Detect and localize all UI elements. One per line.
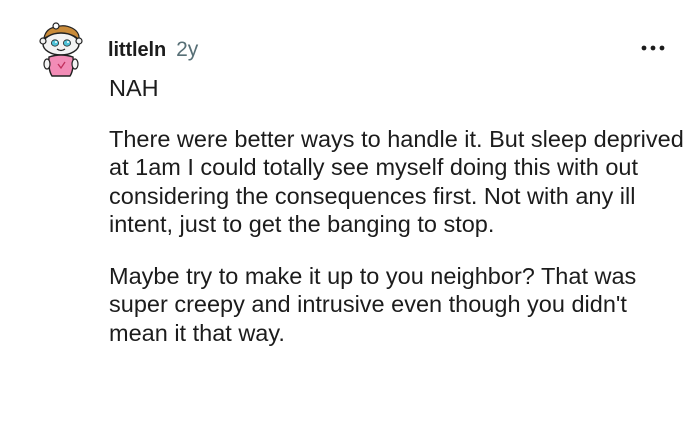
comment-age: 2y xyxy=(176,38,199,61)
comment: littleln 2y NAH There were better ways t… xyxy=(0,0,700,428)
more-options-button[interactable] xyxy=(636,38,670,58)
snoo-avatar-icon xyxy=(39,22,83,77)
user-avatar[interactable] xyxy=(34,22,88,80)
comment-paragraph: NAH xyxy=(109,75,159,101)
more-options-icon xyxy=(641,45,665,51)
comment-paragraph: Maybe try to make it up to you neighbor?… xyxy=(109,262,637,346)
username-link[interactable]: littleln xyxy=(108,39,166,62)
comment-body: NAH There were better ways to handle it.… xyxy=(109,74,684,347)
comment-paragraph: There were better ways to handle it. But… xyxy=(109,125,684,238)
comment-meta: littleln 2y xyxy=(108,36,198,64)
